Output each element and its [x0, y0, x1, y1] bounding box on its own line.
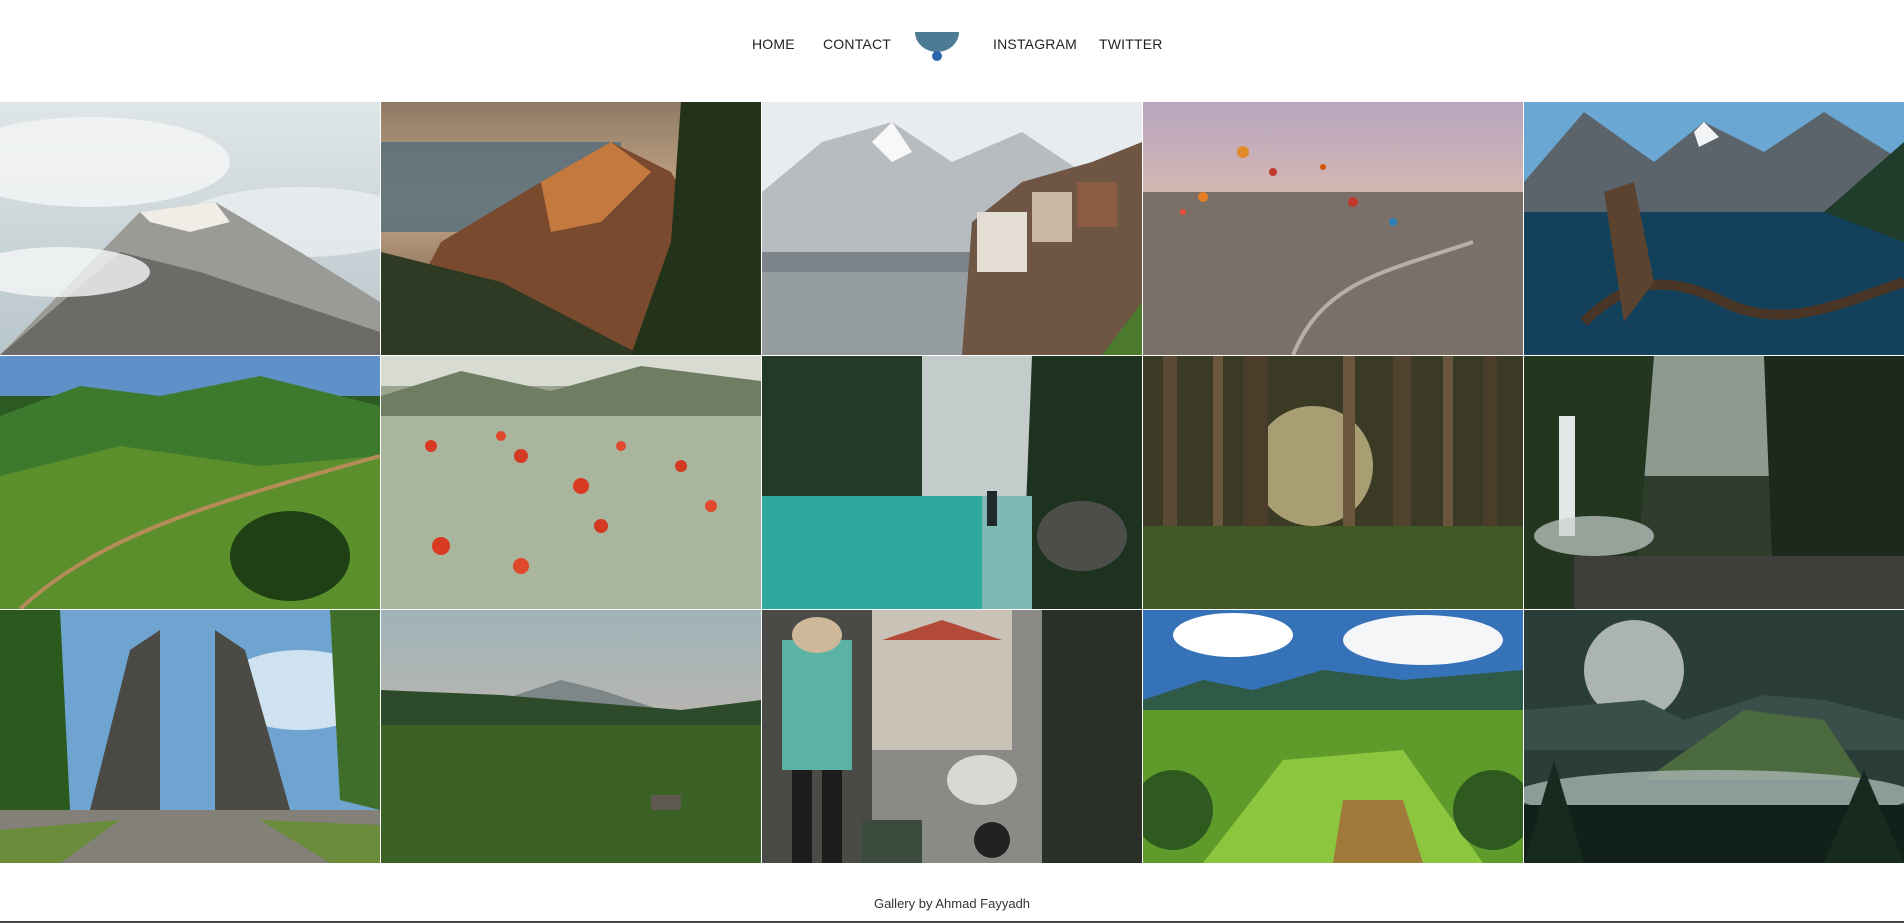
gallery-photo[interactable] [0, 610, 380, 863]
footer-credit: Gallery by Ahmad Fayyadh [873, 896, 1031, 911]
gallery-photo[interactable] [1143, 610, 1523, 863]
waterfall-gorge-photo [1524, 356, 1904, 609]
footer: Gallery by Ahmad Fayyadh [0, 896, 1904, 911]
half-moon-logo-icon[interactable] [914, 30, 960, 64]
hot-air-balloons-photo [1143, 102, 1523, 355]
temple-gate-photo [0, 610, 380, 863]
gallery-photo[interactable] [1524, 102, 1904, 355]
gallery-photo[interactable] [1143, 102, 1523, 355]
gallery-photo[interactable] [1524, 356, 1904, 609]
sunlit-forest-photo [1143, 356, 1523, 609]
street-vendor-photo [762, 610, 1142, 863]
gallery-photo[interactable] [0, 102, 380, 355]
coastal-cliffs-photo [381, 102, 761, 355]
main-nav: HOME CONTACT INSTAGRAM TWITTER [0, 0, 1904, 90]
gallery-photo[interactable] [1143, 356, 1523, 609]
gallery-photo[interactable] [381, 610, 761, 863]
terraced-valley-photo [1143, 610, 1523, 863]
poppy-field-photo [381, 356, 761, 609]
gallery-photo[interactable] [381, 356, 761, 609]
nav-link-instagram[interactable]: INSTAGRAM [993, 36, 1077, 52]
green-hills-photo [0, 356, 380, 609]
gallery-photo[interactable] [762, 356, 1142, 609]
nav-link-contact[interactable]: CONTACT [823, 36, 891, 52]
gallery-photo[interactable] [1524, 610, 1904, 863]
volcano-mist-photo [1524, 610, 1904, 863]
turquoise-river-photo [762, 356, 1142, 609]
rice-fields-dusk-photo [381, 610, 761, 863]
nav-link-twitter[interactable]: TWITTER [1099, 36, 1163, 52]
photo-gallery [0, 102, 1904, 863]
header: HOME CONTACT INSTAGRAM TWITTER [0, 0, 1904, 102]
gallery-photo[interactable] [762, 102, 1142, 355]
snowy-mountain-photo [0, 102, 380, 355]
alpine-village-photo [762, 102, 1142, 355]
gallery-photo[interactable] [0, 356, 380, 609]
gallery-photo[interactable] [762, 610, 1142, 863]
gallery-photo[interactable] [381, 102, 761, 355]
mountain-lake-photo [1524, 102, 1904, 355]
nav-link-home[interactable]: HOME [752, 36, 795, 52]
